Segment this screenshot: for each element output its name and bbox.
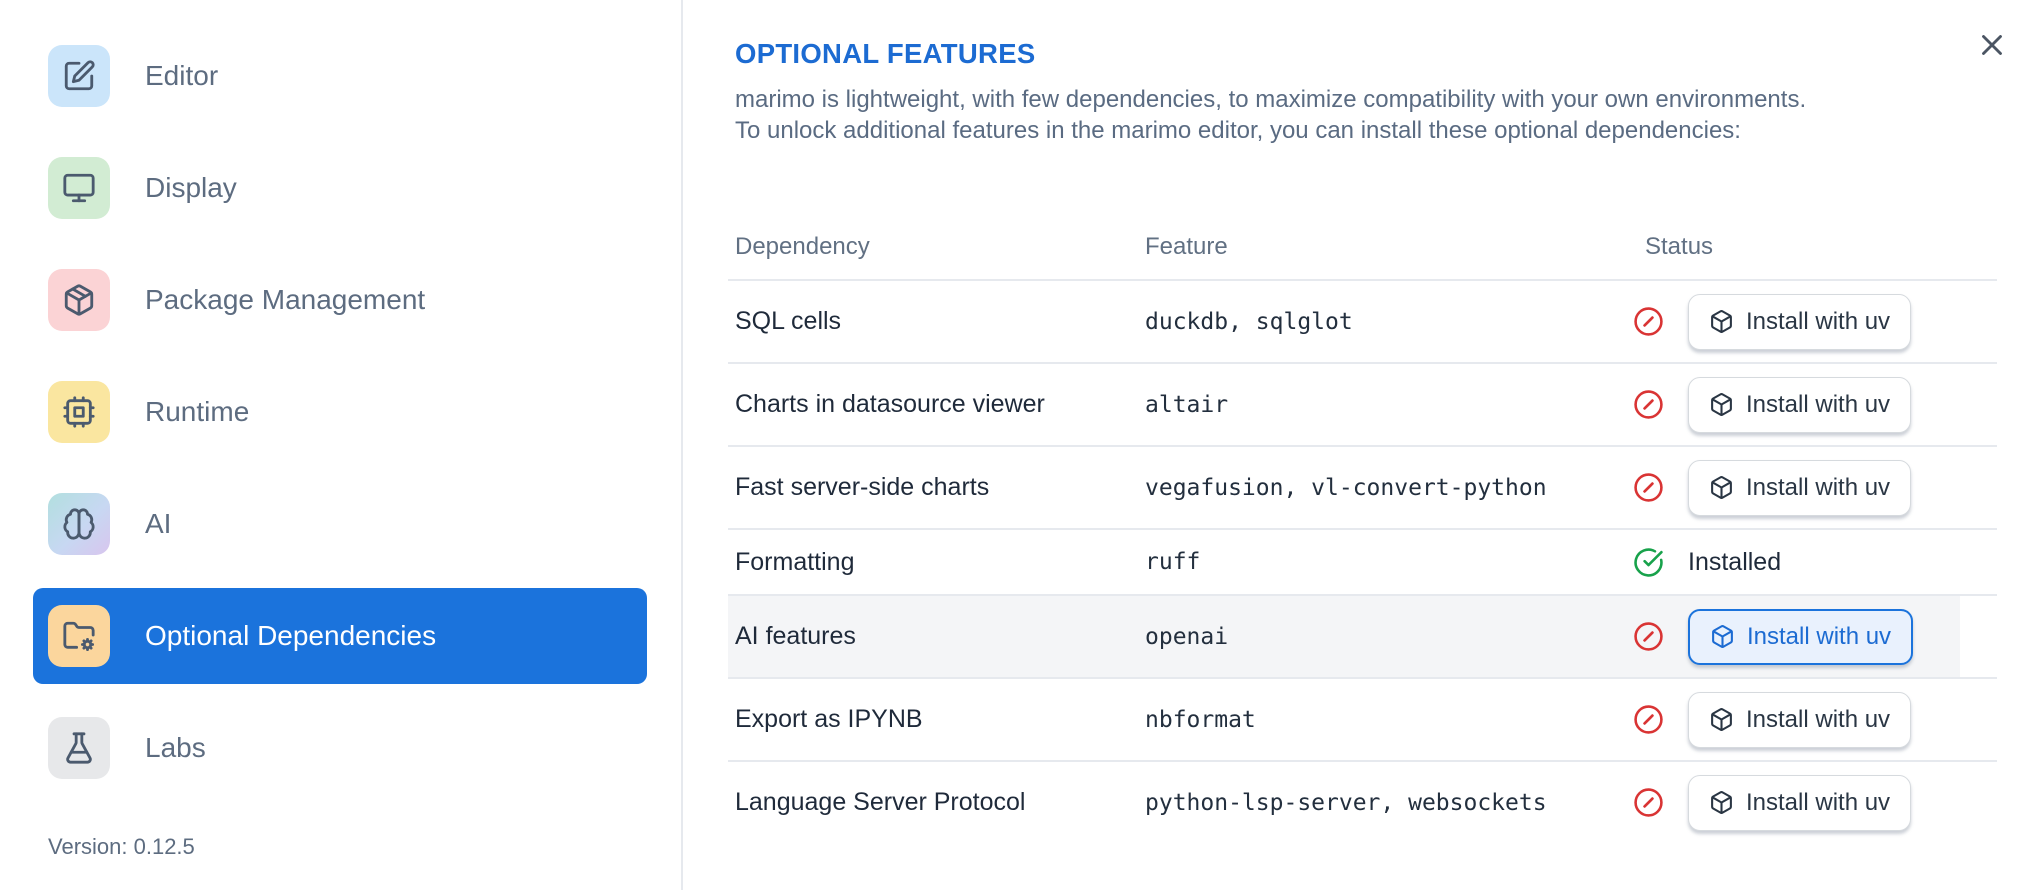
close-icon [1975, 35, 2009, 65]
table-row-export-as-ipynb: Export as IPYNB nbformat Install with uv [728, 679, 1997, 762]
sidebar-nav: Editor Display Package Management Runtime AI… [0, 0, 681, 796]
brain-icon [48, 493, 110, 555]
version-label: Version: 0.12.5 [48, 834, 195, 859]
sidebar-item-labs[interactable]: Labs [33, 700, 647, 796]
install-button-label: Install with uv [1746, 705, 1891, 733]
sidebar-item-runtime[interactable]: Runtime [33, 364, 647, 460]
status-cell: Installed [1633, 547, 1997, 578]
dependency-name: Fast server-side charts [735, 473, 990, 501]
page-title: OPTIONAL FEATURES [735, 38, 1036, 69]
sidebar-item-label: Optional Dependencies [145, 620, 437, 651]
column-header-dependency: Dependency [735, 233, 870, 260]
dependency-name: Language Server Protocol [735, 788, 1026, 816]
table-row-charts-in-datasource-viewer: Charts in datasource viewer altair Install… [728, 364, 1997, 447]
install-with-uv-button[interactable]: Install with uv [1688, 774, 1912, 831]
dependency-table: Dependency Feature Status SQL cells duckd… [728, 215, 1997, 843]
circle-x-icon [1633, 389, 1664, 420]
feature-packages: altair [1145, 391, 1229, 418]
sidebar-item-label: Package Management [145, 284, 426, 315]
feature-packages: python-lsp-server, websockets [1145, 789, 1547, 816]
feature-packages: vegafusion, vl-convert-python [1145, 474, 1547, 501]
circle-x-icon [1633, 704, 1664, 735]
dependency-name: Charts in datasource viewer [735, 390, 1045, 418]
install-button-label: Install with uv [1746, 788, 1891, 816]
sidebar-item-label: Display [145, 172, 237, 203]
sidebar-item-optional-dependencies[interactable]: Optional Dependencies [33, 588, 647, 684]
table-row-language-server-protocol: Language Server Protocol python-lsp-serve… [728, 762, 1997, 843]
install-button-label: Install with uv [1746, 473, 1891, 501]
sidebar-item-ai[interactable]: AI [33, 476, 647, 572]
install-button-label: Install with uv [1746, 390, 1891, 418]
feature-packages: openai [1145, 623, 1229, 650]
editor-icon [48, 45, 110, 107]
feature-packages: ruff [1145, 549, 1201, 575]
circle-x-icon [1633, 472, 1664, 503]
sidebar-item-display[interactable]: Display [33, 140, 647, 236]
install-with-uv-button[interactable]: Install with uv [1688, 691, 1912, 748]
description-line-1: marimo is lightweight, with few dependen… [735, 86, 1807, 113]
folder-cog-icon [48, 605, 110, 667]
status-cell: Install with uv [1633, 774, 1997, 831]
status-cell: Install with uv [1633, 459, 1997, 516]
table-row-fast-server-side-charts: Fast server-side charts vegafusion, vl-co… [728, 447, 1997, 530]
package-box-icon [1709, 309, 1734, 334]
column-header-feature: Feature [1145, 233, 1228, 260]
status-cell: Install with uv [1633, 691, 1997, 748]
install-with-uv-button[interactable]: Install with uv [1688, 608, 1914, 665]
close-button[interactable] [1975, 28, 2009, 62]
circle-x-icon [1633, 306, 1664, 337]
feature-packages: duckdb, sqlglot [1145, 308, 1353, 335]
cpu-icon [48, 381, 110, 443]
install-with-uv-button[interactable]: Install with uv [1688, 376, 1912, 433]
package-icon [48, 269, 110, 331]
dependency-name: SQL cells [735, 307, 842, 335]
feature-packages: nbformat [1145, 706, 1256, 733]
panel-description: marimo is lightweight, with few dependen… [735, 84, 2042, 146]
circle-check-icon [1633, 547, 1664, 578]
flask-icon [48, 717, 110, 779]
dependency-name: Export as IPYNB [735, 705, 923, 733]
sidebar-item-editor[interactable]: Editor [33, 28, 647, 124]
dependency-name: AI features [735, 622, 856, 650]
sidebar-item-label: Runtime [145, 396, 250, 427]
column-header-status: Status [1645, 233, 1714, 260]
sidebar-item-label: Editor [145, 60, 219, 91]
sidebar-item-label: AI [145, 508, 172, 539]
table-row-formatting: Formatting ruff Installed [728, 530, 1997, 596]
sidebar-item-label: Labs [145, 732, 206, 763]
circle-x-icon [1633, 621, 1664, 652]
status-cell: Install with uv [1633, 293, 1997, 350]
status-cell: Install with uv [1633, 376, 1997, 433]
description-line-2: To unlock additional features in the mar… [735, 117, 1741, 144]
package-box-icon [1709, 392, 1734, 417]
install-with-uv-button[interactable]: Install with uv [1688, 293, 1912, 350]
table-row-sql-cells: SQL cells duckdb, sqlglot Install with uv [728, 281, 1997, 364]
install-button-label: Install with uv [1746, 307, 1891, 335]
install-with-uv-button[interactable]: Install with uv [1688, 459, 1912, 516]
settings-dialog: Editor Display Package Management Runtime AI… [0, 0, 2042, 890]
dependency-name: Formatting [735, 547, 855, 576]
package-box-icon [1709, 475, 1734, 500]
install-button-label: Install with uv [1747, 622, 1892, 650]
package-box-icon [1709, 790, 1734, 815]
table-body: SQL cells duckdb, sqlglot Install with uv C… [728, 281, 1997, 843]
optional-features-panel: OPTIONAL FEATURES marimo is lightweight,… [683, 0, 2042, 890]
display-icon [48, 157, 110, 219]
table-row-ai-features: AI features openai Install with uv [728, 596, 1997, 679]
settings-sidebar: Editor Display Package Management Runtime AI… [0, 0, 683, 890]
circle-x-icon [1633, 787, 1664, 818]
package-box-icon [1709, 707, 1734, 732]
status-cell: Install with uv [1633, 608, 1997, 665]
sidebar-item-package-management[interactable]: Package Management [33, 252, 647, 348]
table-header-row: Dependency Feature Status [728, 215, 1997, 281]
status-installed-label: Installed [1688, 547, 1782, 576]
package-box-icon [1710, 624, 1735, 649]
